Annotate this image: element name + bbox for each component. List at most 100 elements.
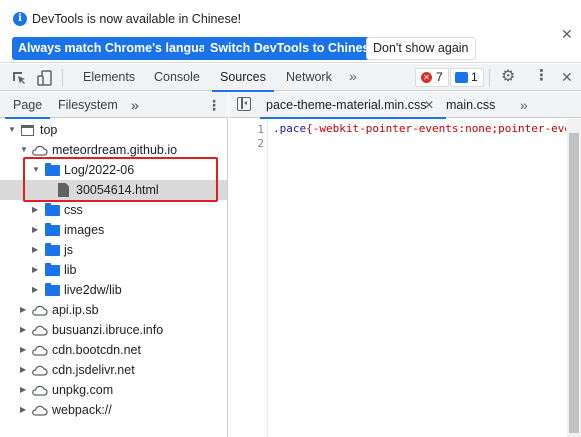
tab-elements[interactable]: Elements xyxy=(83,64,135,91)
expanded-arrow-icon[interactable]: ▼ xyxy=(20,140,28,160)
collapsed-arrow-icon[interactable]: ▶ xyxy=(32,280,40,300)
close-devtools-icon[interactable]: ✕ xyxy=(561,69,573,86)
tree-item-label: cdn.jsdelivr.net xyxy=(52,363,135,377)
info-icon: i xyxy=(13,12,27,26)
inspect-element-icon[interactable] xyxy=(11,70,27,86)
tree-item-folder[interactable]: ▶ live2dw/lib xyxy=(0,280,227,300)
tree-item-file-selected[interactable]: 30054614.html xyxy=(0,180,227,200)
collapsed-arrow-icon[interactable]: ▶ xyxy=(32,200,40,220)
customize-menu-icon[interactable]: ⋮ xyxy=(534,68,549,84)
message-icon xyxy=(455,72,468,83)
folder-icon xyxy=(45,243,60,256)
error-icon: ✕ xyxy=(421,72,432,83)
tree-item-label: 30054614.html xyxy=(76,183,159,197)
folder-icon xyxy=(45,263,60,276)
line-number: 2 xyxy=(257,137,264,150)
more-navigator-tabs-icon[interactable]: » xyxy=(131,92,139,118)
tree-item-folder[interactable]: ▶ images xyxy=(0,220,227,240)
expanded-arrow-icon[interactable]: ▼ xyxy=(8,120,16,140)
tab-network[interactable]: Network xyxy=(286,64,332,91)
navigator-tabs: Page Filesystem » ⋮ xyxy=(0,92,228,119)
tab-sources[interactable]: Sources xyxy=(212,64,274,92)
tree-item-label: busuanzi.ibruce.info xyxy=(52,323,164,337)
toggle-navigator-icon[interactable] xyxy=(237,97,251,111)
collapsed-arrow-icon[interactable]: ▶ xyxy=(32,260,40,280)
cloud-icon xyxy=(32,345,48,356)
settings-gear-icon[interactable]: ⚙ xyxy=(501,69,515,85)
message-count-badge[interactable]: 1 xyxy=(450,68,484,87)
toolbar-divider xyxy=(489,69,490,86)
css-declarations: {-webkit-pointer-events:none;pointer-eve xyxy=(306,122,566,135)
folder-icon xyxy=(45,163,60,176)
frame-icon xyxy=(21,125,34,136)
tree-item-label: js xyxy=(64,243,74,257)
line-number-gutter: 1 2 xyxy=(229,119,268,437)
tab-filesystem[interactable]: Filesystem xyxy=(58,92,118,118)
cloud-icon xyxy=(32,385,48,396)
tree-item-top[interactable]: ▼ top xyxy=(0,120,227,140)
collapsed-arrow-icon[interactable]: ▶ xyxy=(20,300,28,320)
tab-main-css[interactable]: main.css xyxy=(446,92,495,118)
message-count: 1 xyxy=(471,70,478,84)
device-toolbar-icon[interactable] xyxy=(37,70,53,86)
cloud-icon xyxy=(32,325,48,336)
tree-item-domain[interactable]: ▶ unpkg.com xyxy=(0,380,227,400)
file-icon xyxy=(58,183,69,197)
cloud-icon xyxy=(32,405,48,416)
tree-item-label: top xyxy=(40,123,58,137)
tab-console[interactable]: Console xyxy=(154,64,200,91)
css-selector: .pace xyxy=(273,122,307,135)
close-tab-icon[interactable]: ✕ xyxy=(424,92,434,118)
line-number: 1 xyxy=(257,123,264,136)
toolbar-divider xyxy=(62,69,63,86)
collapsed-arrow-icon[interactable]: ▶ xyxy=(20,400,28,420)
tree-item-label: unpkg.com xyxy=(52,383,114,397)
folder-icon xyxy=(45,203,60,216)
tree-item-domain[interactable]: ▶ api.ip.sb xyxy=(0,300,227,320)
tree-item-domain[interactable]: ▶ cdn.bootcdn.net xyxy=(0,340,227,360)
tree-item-folder[interactable]: ▶ lib xyxy=(0,260,227,280)
collapsed-arrow-icon[interactable]: ▶ xyxy=(20,320,28,340)
infobar-message: DevTools is now available in Chinese! xyxy=(32,12,242,26)
error-count-badge[interactable]: ✕ 7 xyxy=(415,68,449,87)
collapsed-arrow-icon[interactable]: ▶ xyxy=(20,360,28,380)
switch-to-chinese-button[interactable]: Switch DevTools to Chinese xyxy=(204,37,383,60)
tree-item-label: meteordream.github.io xyxy=(52,143,178,157)
navigator-menu-icon[interactable]: ⋮ xyxy=(207,92,221,118)
tree-item-label: lib xyxy=(64,263,77,277)
code-editor[interactable]: .pace{-webkit-pointer-events:none;pointe… xyxy=(273,122,566,135)
folder-icon xyxy=(45,283,60,296)
language-infobar: i DevTools is now available in Chinese! … xyxy=(0,0,581,63)
dont-show-again-button[interactable]: Don't show again xyxy=(366,37,476,60)
tree-item-label: webpack:// xyxy=(52,403,112,417)
scrollbar-thumb[interactable] xyxy=(569,133,579,433)
cloud-icon xyxy=(32,305,48,316)
tree-item-domain[interactable]: ▼ meteordream.github.io xyxy=(0,140,227,160)
tree-item-domain[interactable]: ▶ webpack:// xyxy=(0,400,227,420)
tree-item-label: images xyxy=(64,223,105,237)
tree-item-label: cdn.bootcdn.net xyxy=(52,343,141,357)
collapsed-arrow-icon[interactable]: ▶ xyxy=(32,240,40,260)
tree-item-label: css xyxy=(64,203,83,217)
infobar-close-icon[interactable]: ✕ xyxy=(561,26,573,43)
tree-item-folder[interactable]: ▶ css xyxy=(0,200,227,220)
tree-item-label: Log/2022-06 xyxy=(64,163,135,177)
more-tabs-icon[interactable]: » xyxy=(349,64,357,91)
expanded-arrow-icon[interactable]: ▼ xyxy=(32,160,40,180)
collapsed-arrow-icon[interactable]: ▶ xyxy=(20,340,28,360)
tab-pace-theme-css[interactable]: pace-theme-material.min.css xyxy=(259,92,447,119)
folder-icon xyxy=(45,223,60,236)
tree-item-folder[interactable]: ▼ Log/2022-06 xyxy=(0,160,227,180)
tree-item-domain[interactable]: ▶ cdn.jsdelivr.net xyxy=(0,360,227,380)
tab-page[interactable]: Page xyxy=(4,92,51,119)
tree-item-label: api.ip.sb xyxy=(52,303,99,317)
devtools-toolbar: Elements Console Sources Network » ✕ 7 1… xyxy=(0,64,581,92)
always-match-language-button[interactable]: Always match Chrome's language xyxy=(12,37,227,60)
tree-item-domain[interactable]: ▶ busuanzi.ibruce.info xyxy=(0,320,227,340)
tree-item-label: live2dw/lib xyxy=(64,283,122,297)
tree-item-folder[interactable]: ▶ js xyxy=(0,240,227,260)
more-editor-tabs-icon[interactable]: » xyxy=(520,92,528,118)
cloud-icon xyxy=(32,365,48,376)
collapsed-arrow-icon[interactable]: ▶ xyxy=(32,220,40,240)
collapsed-arrow-icon[interactable]: ▶ xyxy=(20,380,28,400)
